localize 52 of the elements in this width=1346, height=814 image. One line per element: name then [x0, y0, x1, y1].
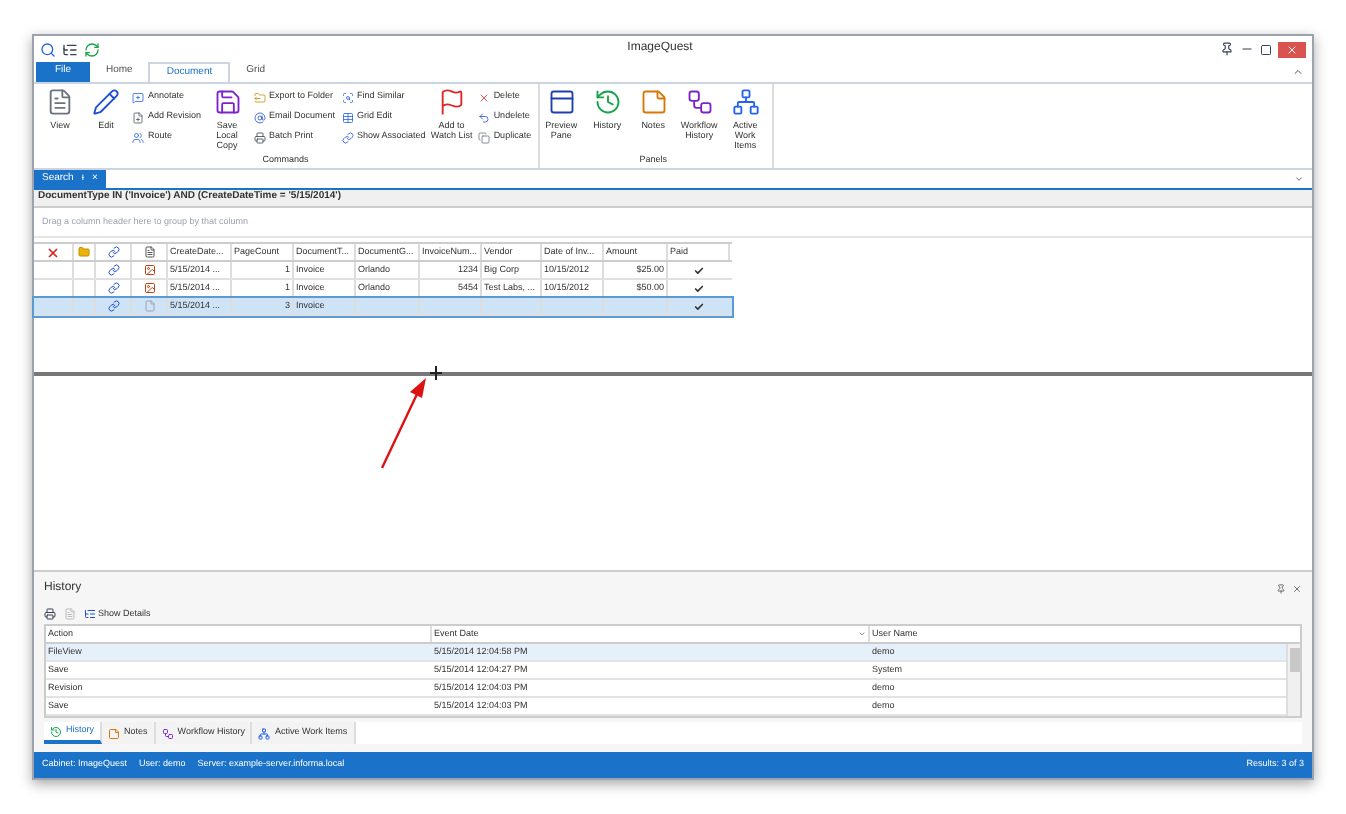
workflow-icon	[685, 88, 714, 116]
close-icon	[477, 91, 490, 103]
pin-icon[interactable]	[1276, 584, 1286, 594]
refresh-icon[interactable]	[84, 41, 100, 57]
people-icon	[132, 131, 144, 143]
dropdown-icon[interactable]	[1294, 174, 1304, 184]
image-thumbnail-icon	[143, 264, 155, 276]
link-icon	[107, 246, 119, 258]
arrow-drawing	[380, 378, 430, 470]
document-icon	[143, 246, 155, 258]
history-icon	[593, 88, 622, 116]
note-icon	[108, 727, 121, 739]
document-icon	[46, 88, 74, 116]
note-icon	[639, 88, 668, 116]
paid-checkbox[interactable]	[694, 265, 704, 275]
printer-icon	[253, 131, 266, 143]
close-button[interactable]	[1278, 41, 1306, 57]
resize-cursor-icon[interactable]	[430, 366, 442, 380]
link-icon	[341, 131, 354, 143]
folder-icon	[78, 246, 90, 258]
copy-icon	[477, 131, 490, 143]
pencil-icon	[92, 88, 120, 116]
link-icon[interactable]	[107, 300, 119, 312]
printer-icon[interactable]	[44, 608, 56, 620]
paid-checkbox[interactable]	[694, 301, 704, 311]
pin-icon[interactable]	[1220, 42, 1234, 56]
workflow-icon	[161, 727, 174, 739]
paid-checkbox[interactable]	[694, 283, 704, 293]
link-icon[interactable]	[107, 264, 119, 276]
network-icon	[258, 727, 271, 739]
scrollbar[interactable]	[1286, 644, 1300, 716]
blank-page-icon	[143, 300, 155, 312]
image-thumbnail-icon	[143, 282, 155, 294]
network-icon	[731, 88, 760, 116]
delete-icon[interactable]	[46, 245, 60, 259]
details-icon	[84, 608, 96, 620]
table-icon	[341, 111, 354, 123]
undo-icon	[477, 111, 490, 123]
panel-icon	[547, 88, 576, 116]
file-plus-icon	[132, 111, 144, 123]
save-icon	[213, 88, 242, 116]
history-icon	[50, 725, 62, 737]
folder-export-icon	[253, 91, 266, 103]
search-icon[interactable]	[40, 41, 56, 57]
close-icon	[1286, 43, 1298, 55]
flag-icon	[437, 88, 466, 116]
maximize-icon[interactable]	[1260, 43, 1272, 55]
scan-search-icon	[341, 91, 354, 103]
annotate-icon	[132, 91, 144, 103]
at-sign-icon	[253, 111, 266, 123]
minimize-icon[interactable]	[1240, 42, 1254, 56]
link-icon[interactable]	[107, 282, 119, 294]
